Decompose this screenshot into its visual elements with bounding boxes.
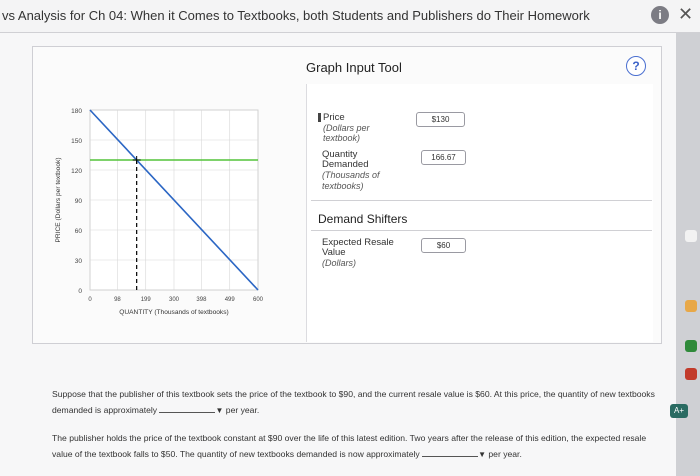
price-input[interactable]: $130 xyxy=(416,112,465,127)
quantity-unit: (Thousands of textbooks) xyxy=(322,170,380,191)
question-2: The publisher holds the price of the tex… xyxy=(52,430,662,463)
caret-down-icon[interactable]: ▼ xyxy=(215,406,223,415)
price-label-text: Price xyxy=(323,112,345,124)
y-tick-label: 180 xyxy=(71,108,82,115)
q2-answer-dropdown[interactable] xyxy=(422,447,479,457)
x-tick-label: 398 xyxy=(196,297,207,303)
question-2-text: The publisher holds the price of the tex… xyxy=(52,433,647,459)
quantity-output: 166.67 xyxy=(421,150,466,165)
x-tick-label: 300 xyxy=(169,297,180,303)
y-tick-label: 60 xyxy=(75,228,83,235)
x-axis-label: QUANTITY (Thousands of textbooks) xyxy=(119,309,228,316)
graph-input-tool-title: Graph Input Tool xyxy=(306,60,402,75)
side-panel-icon[interactable] xyxy=(685,230,697,242)
resale-label-text: Expected Resale Value xyxy=(322,237,394,258)
caret-down-icon[interactable]: ▼ xyxy=(478,450,486,459)
demand-shifters-title: Demand Shifters xyxy=(318,212,408,226)
y-tick-label: 0 xyxy=(78,288,82,295)
question-1-text: Suppose that the publisher of this textb… xyxy=(52,389,655,415)
q1-answer-dropdown[interactable] xyxy=(159,403,216,413)
window-title-bar: vs Analysis for Ch 04: When it Comes to … xyxy=(0,0,700,33)
section-divider-2 xyxy=(311,230,652,231)
resale-unit: (Dollars) xyxy=(322,258,357,268)
section-divider xyxy=(311,200,652,201)
side-app-icon[interactable] xyxy=(685,300,697,312)
quantity-label-text: Quantity Demanded xyxy=(322,149,369,170)
question-1: Suppose that the publisher of this textb… xyxy=(52,386,662,419)
grade-icon[interactable]: A+ xyxy=(670,404,688,418)
y-tick-label: 90 xyxy=(75,198,83,205)
side-app-icon-3[interactable] xyxy=(685,368,697,380)
q1-unit: per year. xyxy=(225,405,260,415)
q2-unit: per year. xyxy=(488,449,522,459)
x-tick-label: 600 xyxy=(253,297,264,303)
help-icon[interactable]: ? xyxy=(626,56,646,76)
side-app-icon-2[interactable] xyxy=(685,340,697,352)
quantity-label: Quantity Demanded (Thousands of textbook… xyxy=(322,150,392,192)
page-title: vs Analysis for Ch 04: When it Comes to … xyxy=(2,8,590,23)
x-tick-label: 199 xyxy=(141,297,152,303)
y-axis-label: PRICE (Dollars per textbook) xyxy=(55,157,62,242)
close-icon[interactable]: ✕ xyxy=(678,4,693,25)
info-icon[interactable]: i xyxy=(651,6,669,24)
x-tick-label: 98 xyxy=(114,297,121,303)
x-tick-label: 0 xyxy=(88,297,92,303)
demand-chart[interactable]: 0 30 60 90 120 150 180 0 98 199 300 398 499 600 QUANTI… xyxy=(32,100,292,340)
resale-label: Expected Resale Value (Dollars) xyxy=(322,238,402,269)
price-unit: (Dollars per textbook) xyxy=(323,123,370,144)
x-tick-label: 499 xyxy=(225,297,236,303)
price-marker-icon xyxy=(318,113,321,122)
y-tick-label: 150 xyxy=(71,138,82,145)
y-tick-label: 30 xyxy=(75,258,83,265)
price-label: Price (Dollars per textbook) xyxy=(318,113,393,143)
resale-input[interactable]: $60 xyxy=(421,238,466,253)
y-tick-label: 120 xyxy=(71,168,82,175)
